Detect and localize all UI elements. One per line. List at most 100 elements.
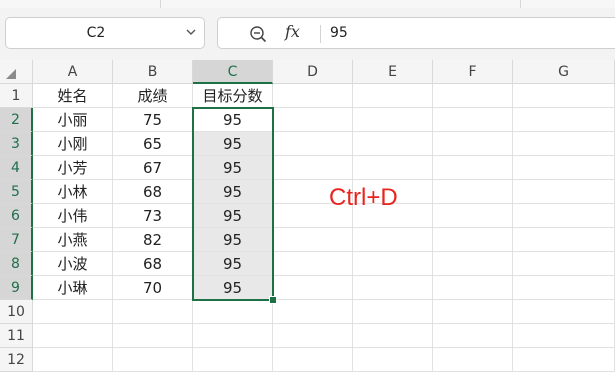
cell-e2[interactable] [353, 108, 433, 132]
cell-b4[interactable]: 67 [113, 156, 193, 180]
row-header-11[interactable]: 11 [0, 324, 33, 348]
cell-b7[interactable]: 82 [113, 228, 193, 252]
chevron-down-icon[interactable] [186, 29, 196, 36]
cell-f10[interactable] [433, 300, 513, 324]
cell-a3[interactable]: 小刚 [33, 132, 113, 156]
cell-c9[interactable]: 95 [193, 276, 273, 300]
fill-handle[interactable] [269, 296, 277, 304]
cell-a10[interactable] [33, 300, 113, 324]
cell-f7[interactable] [433, 228, 513, 252]
cell-b8[interactable]: 68 [113, 252, 193, 276]
cell-f12[interactable] [433, 348, 513, 372]
cell-e7[interactable] [353, 228, 433, 252]
cell-b2[interactable]: 75 [113, 108, 193, 132]
cell-a8[interactable]: 小波 [33, 252, 113, 276]
row-header-12[interactable]: 12 [0, 348, 33, 372]
cell-c1[interactable]: 目标分数 [193, 84, 273, 108]
cell-f11[interactable] [433, 324, 513, 348]
cell-e4[interactable] [353, 156, 433, 180]
cell-e3[interactable] [353, 132, 433, 156]
cell-f2[interactable] [433, 108, 513, 132]
column-header-a[interactable]: A [33, 60, 113, 84]
cell-g9[interactable] [513, 276, 615, 300]
cell-f3[interactable] [433, 132, 513, 156]
cell-f1[interactable] [433, 84, 513, 108]
cell-d3[interactable] [273, 132, 353, 156]
cell-d4[interactable] [273, 156, 353, 180]
cell-c12[interactable] [193, 348, 273, 372]
cell-b6[interactable]: 73 [113, 204, 193, 228]
column-header-g[interactable]: G [513, 60, 615, 84]
cell-e8[interactable] [353, 252, 433, 276]
cell-c10[interactable] [193, 300, 273, 324]
cell-d10[interactable] [273, 300, 353, 324]
cell-d11[interactable] [273, 324, 353, 348]
cell-d7[interactable] [273, 228, 353, 252]
cell-c11[interactable] [193, 324, 273, 348]
cell-e12[interactable] [353, 348, 433, 372]
column-header-b[interactable]: B [113, 60, 193, 84]
cell-a12[interactable] [33, 348, 113, 372]
column-header-f[interactable]: F [433, 60, 513, 84]
cell-g5[interactable] [513, 180, 615, 204]
cell-g1[interactable] [513, 84, 615, 108]
cell-c7[interactable]: 95 [193, 228, 273, 252]
cell-d9[interactable] [273, 276, 353, 300]
select-all-corner[interactable] [0, 60, 33, 84]
cell-f8[interactable] [433, 252, 513, 276]
cell-b12[interactable] [113, 348, 193, 372]
cell-e9[interactable] [353, 276, 433, 300]
cell-g7[interactable] [513, 228, 615, 252]
cell-f4[interactable] [433, 156, 513, 180]
cell-b3[interactable]: 65 [113, 132, 193, 156]
cell-g10[interactable] [513, 300, 615, 324]
column-header-c[interactable]: C [193, 60, 273, 84]
row-header-5[interactable]: 5 [0, 180, 33, 204]
formula-text[interactable]: 95 [330, 18, 348, 48]
row-header-6[interactable]: 6 [0, 204, 33, 228]
formula-input[interactable]: fx 95 [217, 17, 615, 49]
cell-g2[interactable] [513, 108, 615, 132]
cell-g4[interactable] [513, 156, 615, 180]
row-header-4[interactable]: 4 [0, 156, 33, 180]
cell-g8[interactable] [513, 252, 615, 276]
cell-a2[interactable]: 小丽 [33, 108, 113, 132]
cell-b5[interactable]: 68 [113, 180, 193, 204]
row-header-7[interactable]: 7 [0, 228, 33, 252]
cell-c6[interactable]: 95 [193, 204, 273, 228]
cell-c8[interactable]: 95 [193, 252, 273, 276]
cell-f5[interactable] [433, 180, 513, 204]
insert-function-icon[interactable]: fx [285, 22, 300, 41]
cell-b10[interactable] [113, 300, 193, 324]
row-header-2[interactable]: 2 [0, 108, 33, 132]
cell-a11[interactable] [33, 324, 113, 348]
row-header-9[interactable]: 9 [0, 276, 33, 300]
row-header-8[interactable]: 8 [0, 252, 33, 276]
row-header-10[interactable]: 10 [0, 300, 33, 324]
cell-a5[interactable]: 小林 [33, 180, 113, 204]
cell-g6[interactable] [513, 204, 615, 228]
column-header-e[interactable]: E [353, 60, 433, 84]
cell-a6[interactable]: 小伟 [33, 204, 113, 228]
cell-d12[interactable] [273, 348, 353, 372]
cell-b9[interactable]: 70 [113, 276, 193, 300]
cell-a7[interactable]: 小燕 [33, 228, 113, 252]
cell-b1[interactable]: 成绩 [113, 84, 193, 108]
cell-f9[interactable] [433, 276, 513, 300]
column-header-d[interactable]: D [273, 60, 353, 84]
cell-d1[interactable] [273, 84, 353, 108]
cell-f6[interactable] [433, 204, 513, 228]
cell-c3[interactable]: 95 [193, 132, 273, 156]
cell-b11[interactable] [113, 324, 193, 348]
cell-c2[interactable]: 95 [193, 108, 273, 132]
row-header-3[interactable]: 3 [0, 132, 33, 156]
cell-d8[interactable] [273, 252, 353, 276]
zoom-icon[interactable] [249, 25, 267, 43]
cell-a4[interactable]: 小芳 [33, 156, 113, 180]
cell-g3[interactable] [513, 132, 615, 156]
cell-a1[interactable]: 姓名 [33, 84, 113, 108]
cell-e1[interactable] [353, 84, 433, 108]
cell-e11[interactable] [353, 324, 433, 348]
cell-g12[interactable] [513, 348, 615, 372]
cell-g11[interactable] [513, 324, 615, 348]
